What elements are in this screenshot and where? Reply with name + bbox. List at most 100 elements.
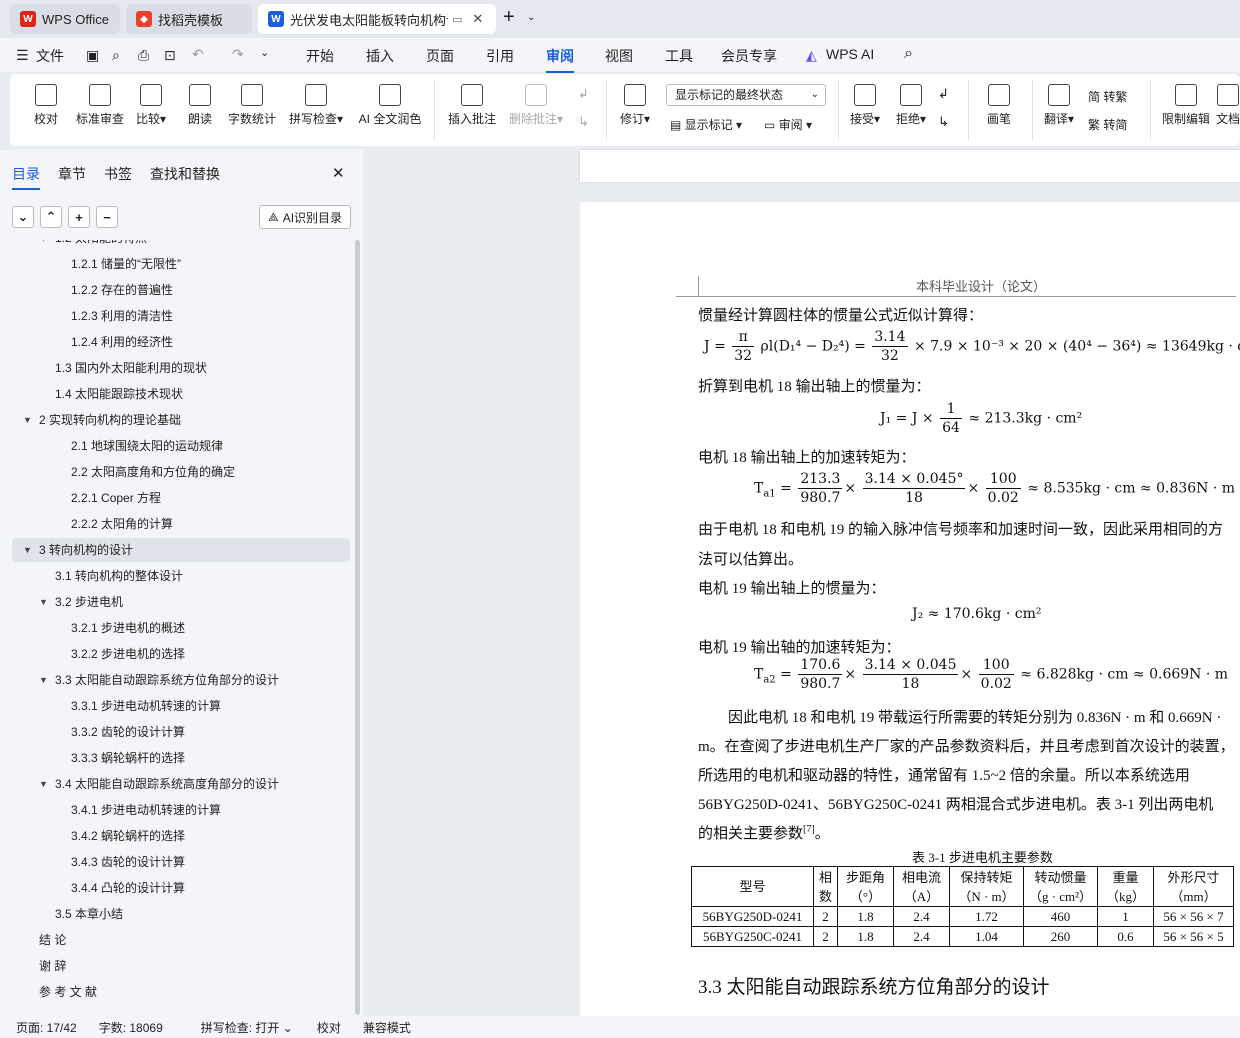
toc-item[interactable]: ▼ 3.4 太阳能自动跟踪系统高度角部分的设计 [12,772,350,796]
menu-file[interactable]: 文件 [36,46,64,66]
menu-page[interactable]: 页面 [426,46,454,66]
read-aloud-button[interactable]: 朗读 [186,84,214,127]
markup-state-select[interactable]: 显示标记的最终状态 ⌄ [666,84,826,106]
proofread-button[interactable]: 校对 [32,84,60,127]
show-markup-button[interactable]: ▤ 显示标记 ▾ [670,116,742,133]
toc-item[interactable]: ▼ 3.2 步进电机 [12,590,350,614]
tab-find-replace[interactable]: 查找和替换 [150,164,220,184]
toc-scrollbar[interactable] [355,240,360,1015]
toc-item[interactable]: ▼ 1.2 太阳能的特点 [12,240,350,250]
toc-item[interactable]: ▼ 3.3 太阳能自动跟踪系统方位角部分的设计 [12,668,350,692]
toc-item[interactable]: 2.2.1 Coper 方程 [12,486,350,510]
redo-icon[interactable]: ↷ [232,46,244,63]
chevron-down-icon[interactable]: ⌄ [527,12,535,23]
toc-item[interactable]: 3.3.2 齿轮的设计计算 [12,720,350,744]
expand-caret-icon[interactable]: ▼ [39,772,48,796]
more-chevron-icon[interactable]: ⌄ [260,46,269,59]
add-heading-button[interactable]: + [68,206,90,228]
menu-insert[interactable]: 插入 [366,46,394,66]
to-simplified-button[interactable]: 繁 转简 [1088,116,1127,133]
to-traditional-button[interactable]: 简 转繁 [1088,88,1127,105]
word-count-button[interactable]: 字数统计 [226,84,278,127]
menu-tools[interactable]: 工具 [665,46,693,66]
tab-bookmarks[interactable]: 书签 [104,164,132,184]
toc-item[interactable]: 2.2.2 太阳角的计算 [12,512,350,536]
toc-item[interactable]: 1.2.3 利用的清洁性 [12,304,350,328]
toc-item[interactable]: 2.2 太阳高度角和方位角的确定 [12,460,350,484]
citation[interactable]: [7] [803,824,815,835]
toc-item[interactable]: 3.4.4 凸轮的设计计算 [12,876,350,900]
new-tab-icon[interactable]: + [503,6,515,29]
save-icon[interactable]: ▣ [86,47,99,64]
monitor-icon[interactable]: ▭ [452,13,462,26]
collapse-up-button[interactable]: ⌃ [40,206,62,228]
word-count[interactable]: 字数: 18069 [99,1019,163,1036]
print-icon[interactable]: ⎙ [138,47,149,64]
hamburger-icon[interactable]: ☰ [16,47,29,64]
toc-item[interactable]: 3.4.1 步进电动机转速的计算 [12,798,350,822]
print-preview-icon[interactable]: ⊡ [164,47,176,64]
track-changes-button[interactable]: 修订▾ [616,84,654,127]
toc-item[interactable]: 1.4 太阳能跟踪技术现状 [12,382,350,406]
proofread-status[interactable]: 校对 [317,1019,341,1036]
restrict-editing-button[interactable]: 限制编辑 [1160,84,1212,127]
toc-item[interactable]: 2.1 地球围绕太阳的运动规律 [12,434,350,458]
toc-item[interactable]: 参 考 文 献 [12,980,350,1004]
standard-review-button[interactable]: 标准审查 [74,84,126,127]
menu-review[interactable]: 审阅 [546,46,574,73]
expand-caret-icon[interactable]: ▼ [23,538,32,562]
close-icon[interactable]: ✕ [332,164,345,182]
spell-check-button[interactable]: 拼写检查▾ [286,84,346,127]
tab-toc[interactable]: 目录 [12,164,40,190]
toc-item[interactable]: 3.5 本章小结 [12,902,350,926]
expand-caret-icon[interactable]: ▼ [39,590,48,614]
toc-item[interactable]: ▼ 2 实现转向机构的理论基础 [12,408,350,432]
toc-item[interactable]: 1.3 国内外太阳能利用的现状 [12,356,350,380]
toc-item[interactable]: 3.3.1 步进电动机转速的计算 [12,694,350,718]
pen-button[interactable]: 画笔 [982,84,1016,127]
search-icon[interactable]: ⌕ [904,45,913,63]
menu-home[interactable]: 开始 [306,46,334,66]
insert-comment-button[interactable]: 插入批注 [446,84,498,127]
toc-item[interactable]: 谢 辞 [12,954,350,978]
page-indicator[interactable]: 页面: 17/42 [16,1019,77,1036]
accept-button[interactable]: 接受▾ [846,84,884,127]
expand-caret-icon[interactable]: ▼ [39,240,48,250]
review-pane-button[interactable]: ▭ 审阅 ▾ [764,116,812,133]
tab-wps-office[interactable]: W WPS Office [10,4,120,34]
expand-caret-icon[interactable]: ▼ [39,668,48,692]
toc-item[interactable]: ▼ 3 转向机构的设计 [12,538,350,562]
toc-item[interactable]: 3.2.1 步进电机的概述 [12,616,350,640]
next-change-icon[interactable]: ↳ [938,114,949,130]
toc-item[interactable]: 3.3.3 蜗轮蜗杆的选择 [12,746,350,770]
ai-recognize-toc-button[interactable]: ⟁ AI识别目录 [259,205,351,229]
toc-item[interactable]: 1.2.4 利用的经济性 [12,330,350,354]
translate-button[interactable]: 翻译▾ [1040,84,1078,127]
export-icon[interactable]: ⌕ [112,47,120,64]
compare-button[interactable]: 比较▾ [134,84,168,127]
toc-item[interactable]: 1.2.2 存在的普遍性 [12,278,350,302]
toc-item[interactable]: 3.1 转向机构的整体设计 [12,564,350,588]
undo-icon[interactable]: ↶ [192,46,204,63]
previous-change-icon[interactable]: ↲ [938,86,949,102]
menu-view[interactable]: 视图 [605,46,633,66]
spell-check-status[interactable]: 拼写检查: 打开 ⌄ [185,1019,293,1036]
toc-item[interactable]: 3.4.3 齿轮的设计计算 [12,850,350,874]
menu-wps-ai[interactable]: WPS AI [826,46,874,62]
document-button[interactable]: 文档 [1216,84,1240,127]
ai-polish-button[interactable]: AI 全文润色 [356,84,424,127]
tab-daoke-templates[interactable]: ◆ 找稻壳模板 [126,4,252,34]
menu-references[interactable]: 引用 [486,46,514,66]
remove-heading-button[interactable]: − [96,206,118,228]
toc-item[interactable]: 3.4.2 蜗轮蜗杆的选择 [12,824,350,848]
expand-caret-icon[interactable]: ▼ [23,408,32,432]
close-icon[interactable]: ✕ [472,11,483,27]
toc-item[interactable]: 结 论 [12,928,350,952]
tab-chapters[interactable]: 章节 [58,164,86,184]
menu-membership[interactable]: 会员专享 [721,46,777,66]
collapse-down-button[interactable]: ⌄ [12,206,34,228]
reject-button[interactable]: 拒绝▾ [892,84,930,127]
document-page[interactable]: 本科毕业设计（论文） 惯量经计算圆柱体的惯量公式近似计算得： J = π 32 ρ… [580,202,1240,1016]
toc-item[interactable]: 1.2.1 储量的“无限性” [12,252,350,276]
tab-document[interactable]: W 光伏发电太阳能板转向机构设 ▭ ✕ [258,4,496,34]
